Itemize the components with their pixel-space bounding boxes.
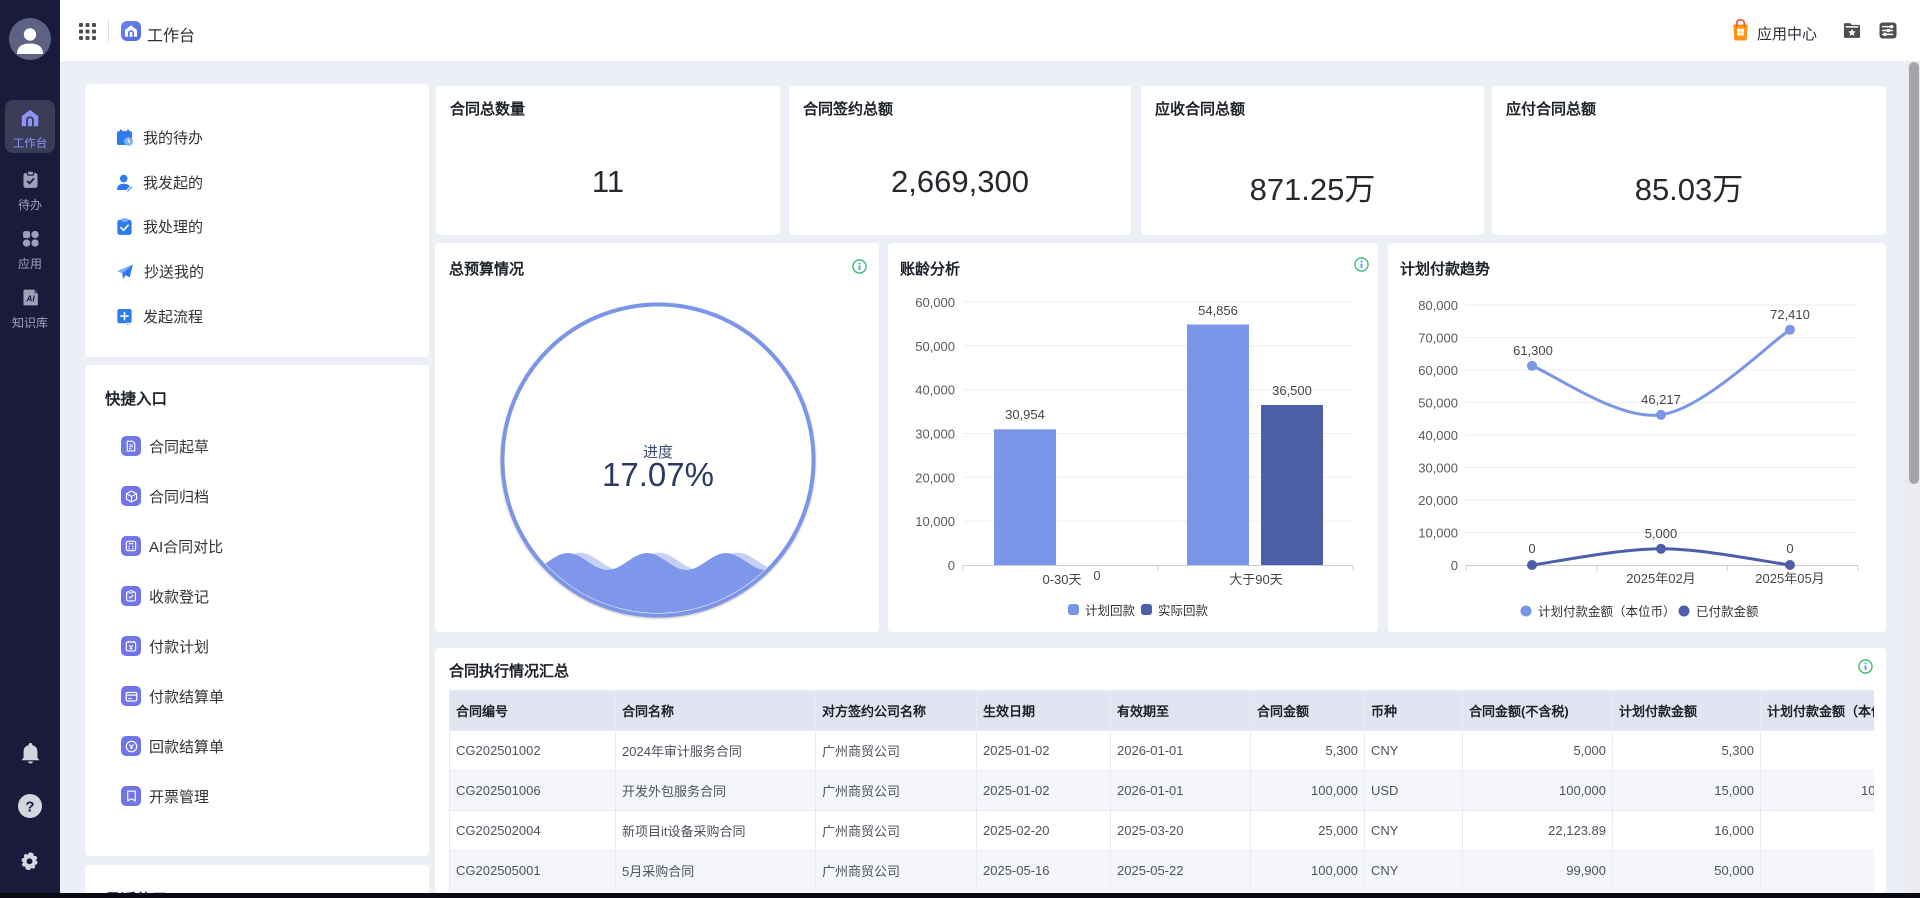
svg-text:70,000: 70,000 bbox=[1418, 331, 1458, 346]
svg-text:?: ? bbox=[25, 799, 34, 816]
svg-text:30,954: 30,954 bbox=[1005, 407, 1045, 422]
svg-text:40,000: 40,000 bbox=[1418, 428, 1458, 443]
svg-text:实际回款: 实际回款 bbox=[1158, 603, 1209, 618]
svg-text:36,500: 36,500 bbox=[1272, 383, 1312, 398]
svg-text:80,000: 80,000 bbox=[1418, 298, 1458, 313]
svg-text:0: 0 bbox=[948, 558, 955, 573]
svg-text:AI: AI bbox=[25, 294, 35, 304]
svg-text:大于90天: 大于90天 bbox=[1229, 572, 1282, 587]
svg-text:60,000: 60,000 bbox=[915, 295, 955, 310]
svg-text:60,000: 60,000 bbox=[1418, 363, 1458, 378]
svg-text:0: 0 bbox=[1451, 558, 1458, 573]
svg-text:50,000: 50,000 bbox=[1418, 396, 1458, 411]
svg-text:计划回款: 计划回款 bbox=[1085, 604, 1136, 618]
svg-text:20,000: 20,000 bbox=[1418, 493, 1458, 508]
svg-text:50,000: 50,000 bbox=[915, 339, 955, 354]
svg-text:5,000: 5,000 bbox=[1645, 526, 1678, 541]
svg-text:30,000: 30,000 bbox=[1418, 461, 1458, 476]
svg-text:72,410: 72,410 bbox=[1770, 307, 1810, 322]
svg-text:0: 0 bbox=[1786, 541, 1793, 556]
svg-text:20,000: 20,000 bbox=[915, 470, 955, 485]
svg-text:10,000: 10,000 bbox=[1418, 526, 1458, 541]
svg-text:0: 0 bbox=[1528, 541, 1535, 556]
svg-text:30,000: 30,000 bbox=[915, 427, 955, 442]
svg-text:40,000: 40,000 bbox=[915, 383, 955, 398]
svg-text:61,300: 61,300 bbox=[1513, 343, 1553, 358]
svg-text:17.07%: 17.07% bbox=[602, 456, 714, 493]
svg-text:46,217: 46,217 bbox=[1641, 392, 1681, 407]
svg-text:2025年02月: 2025年02月 bbox=[1626, 571, 1695, 586]
svg-text:已付款金额: 已付款金额 bbox=[1696, 604, 1759, 619]
svg-text:计划付款金额（本位币）: 计划付款金额（本位币） bbox=[1538, 604, 1676, 619]
svg-text:0-30天: 0-30天 bbox=[1042, 572, 1081, 587]
svg-text:2025年05月: 2025年05月 bbox=[1755, 571, 1824, 586]
svg-text:0: 0 bbox=[1093, 568, 1100, 583]
svg-text:10,000: 10,000 bbox=[915, 514, 955, 529]
svg-text:54,856: 54,856 bbox=[1198, 303, 1238, 318]
